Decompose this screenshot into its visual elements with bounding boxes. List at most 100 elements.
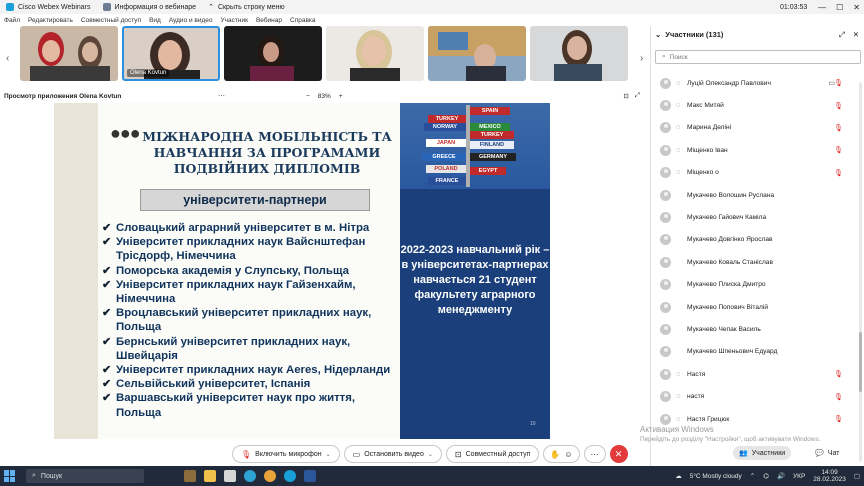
chrome-icon[interactable]	[264, 470, 276, 482]
participant-row[interactable]: Мукачево Гайович Каміла	[651, 206, 864, 228]
menu-share[interactable]: Совместный доступ	[81, 17, 141, 24]
participant-row[interactable]: Мукачево Попович Віталій	[651, 296, 864, 318]
hand-icon: ✋	[550, 449, 561, 459]
thumbs-next-icon[interactable]: ›	[640, 48, 643, 66]
phone-icon: ◌	[676, 102, 681, 110]
avatar	[660, 256, 671, 268]
chevron-down-icon[interactable]: ⌄	[428, 451, 433, 458]
minimize-icon[interactable]: —	[818, 3, 826, 12]
participant-name: Настя	[687, 370, 706, 378]
participant-row[interactable]: Мукачево Довгінко Ярослав	[651, 229, 864, 251]
tray-arrow-icon[interactable]: ⌃	[750, 472, 755, 480]
unmute-button[interactable]: 🎙 Включить микрофон ⌄	[232, 445, 340, 463]
slide-right-panel: SPAIN TURKEY NORWAY MEXICO TURKEY JAPAN …	[400, 103, 550, 439]
tab-info[interactable]: Информация о вебинаре	[97, 3, 203, 11]
mic-muted-icon: 🎙	[834, 393, 843, 401]
participant-row[interactable]: ◌ Настя 🎙	[651, 363, 864, 385]
participant-row[interactable]: ◌ Марина Деліні 🎙	[651, 117, 864, 139]
menu-view[interactable]: Вид	[149, 17, 161, 24]
participant-name: Мукачево Шпеньович Едуард	[687, 348, 778, 356]
word-icon[interactable]	[304, 470, 316, 482]
menu-audio-video[interactable]: Аудио и видео	[169, 17, 213, 24]
participant-name: Мукачево Довгінко Ярослав	[687, 236, 773, 244]
weather-text[interactable]: 5°C Mostly cloudy	[690, 473, 742, 480]
zoom-in-button[interactable]: +	[339, 93, 343, 100]
chat-button[interactable]: 💬 Чат	[809, 446, 845, 460]
more-button[interactable]: ⋯	[583, 445, 606, 463]
language-indicator[interactable]: УКР	[793, 473, 805, 480]
menu-file[interactable]: Файл	[4, 17, 20, 24]
participant-row[interactable]: Мукачево Плиска Дмитро	[651, 274, 864, 296]
phone-icon: ◌	[676, 124, 681, 132]
participant-row[interactable]: ◌ Міщенко Іван 🎙	[651, 139, 864, 161]
windows-taskbar: ⌕ Пошук ☁ 5°C Mostly cloudy ⌃ ⌬ 🔊 УКР 14…	[0, 466, 864, 486]
window-controls: — ☐ ✕	[818, 0, 860, 14]
participant-row[interactable]: ◌ Міщенко о 🎙	[651, 162, 864, 184]
chat-icon: 💬	[815, 450, 824, 457]
participant-row[interactable]: ◌ настя 🎙	[651, 385, 864, 407]
participants-button[interactable]: 👥 Участники	[733, 446, 792, 460]
thumbs-prev-icon[interactable]: ‹	[6, 48, 9, 66]
hide-menubar-button[interactable]: ⌃ Скрыть строку меню	[202, 3, 291, 12]
viewer-options-icon[interactable]: ⋯	[218, 92, 225, 100]
tab-info-label: Информация о вебинаре	[114, 3, 197, 11]
chevron-down-icon[interactable]: ⌄	[326, 451, 331, 458]
bookmark-app-icon[interactable]	[184, 470, 196, 482]
notification-icon[interactable]: ▢	[854, 472, 860, 480]
stop-video-button[interactable]: ▭ Остановить видео ⌄	[343, 445, 442, 463]
zoom-out-button[interactable]: −	[306, 93, 310, 100]
zoom-level: 83%	[317, 92, 331, 100]
video-thumbnail[interactable]	[20, 26, 118, 81]
participant-search-input[interactable]: ⌕ Поиск	[655, 50, 861, 64]
sign-finland: FINLAND	[470, 141, 514, 149]
file-explorer-icon[interactable]	[204, 470, 216, 482]
menu-help[interactable]: Справка	[290, 17, 316, 24]
avatar	[660, 368, 671, 380]
volume-icon[interactable]: 🔊	[777, 472, 785, 480]
participant-row[interactable]: Мукачево Шпеньович Едуард	[651, 341, 864, 363]
video-thumbnail[interactable]	[530, 26, 628, 81]
menu-participant[interactable]: Участник	[221, 17, 248, 24]
fullscreen-icon[interactable]: ⤢	[635, 92, 640, 100]
network-icon[interactable]: ⌬	[763, 472, 769, 480]
participant-row[interactable]: ◌ Макс Митяй 🎙	[651, 94, 864, 116]
shared-slide: ●●● МІЖНАРОДНА МОБІЛЬНІСТЬ ТА НАВЧАННЯ З…	[54, 103, 592, 439]
popout-icon[interactable]: ⊡	[623, 92, 628, 100]
participant-row[interactable]: Мукачево Коваль Станіслав	[651, 251, 864, 273]
sign-poland: POLAND	[426, 165, 466, 173]
close-icon[interactable]: ✕	[853, 3, 860, 12]
slide-title: МІЖНАРОДНА МОБІЛЬНІСТЬ ТА НАВЧАННЯ ЗА ПР…	[142, 129, 392, 176]
viewer-title: Просмотр приложения Olena Kovtun	[4, 92, 122, 100]
webex-app-icon[interactable]	[284, 470, 296, 482]
participants-scrollbar[interactable]	[859, 82, 862, 462]
menu-webinar[interactable]: Вебинар	[256, 17, 282, 24]
camera-icon: ▭	[352, 449, 361, 459]
participant-row[interactable]: Мукачево Чепак Василь	[651, 318, 864, 340]
video-thumbnail-active[interactable]: Olena Kovtun	[122, 26, 220, 81]
phone-icon: ◌	[676, 169, 681, 177]
chevron-down-icon[interactable]: ⌄	[655, 30, 661, 39]
share-button[interactable]: ⊡ Совместный доступ	[445, 445, 540, 463]
video-thumbnail[interactable]	[326, 26, 424, 81]
leave-button[interactable]: ✕	[609, 445, 628, 463]
video-thumbnail[interactable]	[428, 26, 526, 81]
university-item: Сельвійський університет, Іспанія	[102, 377, 398, 391]
participant-row[interactable]: Мукачево Волошин Руслана	[651, 184, 864, 206]
menu-edit[interactable]: Редактировать	[28, 17, 73, 24]
system-tray: ☁ 5°C Mostly cloudy ⌃ ⌬ 🔊 УКР 14:09 28.0…	[675, 469, 860, 483]
store-app-icon[interactable]	[224, 470, 236, 482]
viewer-window-controls: ⊡ ⤢	[623, 92, 640, 100]
clock[interactable]: 14:09 28.02.2023	[813, 469, 846, 483]
sign-france: FRANCE	[428, 177, 466, 185]
taskbar-search[interactable]: ⌕ Пошук	[26, 469, 144, 483]
phone-icon: ◌	[676, 415, 681, 423]
popout-icon[interactable]: ⤢	[839, 30, 845, 40]
maximize-icon[interactable]: ☐	[836, 3, 843, 12]
close-icon[interactable]: ✕	[853, 30, 859, 40]
mic-muted-icon: 🎙	[241, 449, 252, 459]
participant-row[interactable]: ◌ Луцій Олександр Павлович ▭ 🎙	[651, 72, 864, 94]
windows-start-icon[interactable]	[4, 470, 16, 482]
video-thumbnail[interactable]	[224, 26, 322, 81]
reactions-button[interactable]: ✋ ☺	[543, 445, 580, 463]
edge-icon[interactable]	[244, 470, 256, 482]
